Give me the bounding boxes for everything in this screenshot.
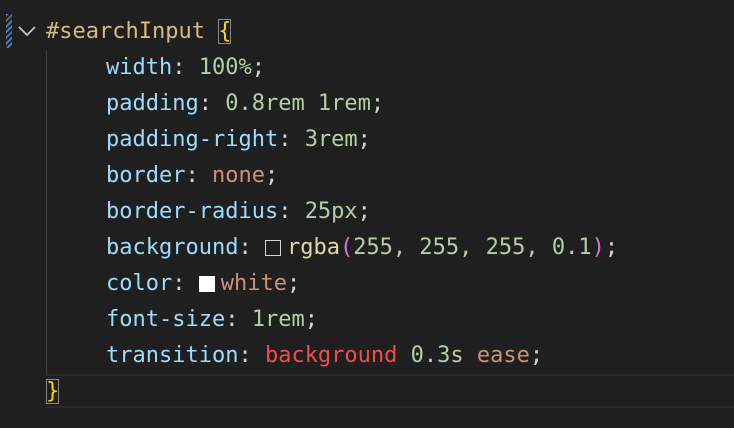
semicolon: ; [357, 127, 371, 152]
code-line-font-size[interactable]: font-size: 1rem; [106, 302, 318, 338]
indent-guide [46, 50, 47, 374]
chevron-down-icon[interactable] [16, 20, 38, 42]
css-property: border-radius [106, 199, 279, 224]
code-line-width[interactable]: width: 100%; [106, 50, 265, 86]
css-function-args: 255, 255, 255, 0.1 [353, 235, 592, 260]
code-line-selector[interactable]: #searchInput { [46, 14, 232, 50]
css-value: background [264, 343, 398, 368]
color-swatch-icon[interactable] [198, 276, 215, 292]
css-property: background [106, 235, 239, 260]
semicolon: ; [286, 271, 301, 296]
colon: : [198, 91, 212, 116]
color-swatch-icon[interactable] [264, 240, 281, 256]
open-paren: ( [339, 235, 354, 260]
code-line-color[interactable]: color: white; [106, 266, 300, 302]
colon: : [172, 271, 186, 296]
colon: : [278, 127, 292, 152]
css-value: 3rem [304, 127, 358, 152]
css-value: ease [476, 343, 530, 368]
semicolon: ; [370, 91, 385, 116]
css-property: transition [106, 343, 239, 368]
semicolon: ; [529, 343, 544, 368]
css-value: white [220, 271, 287, 296]
css-property: width [106, 55, 173, 80]
colon: : [172, 55, 186, 80]
colon: : [278, 199, 292, 224]
code-line-padding-right[interactable]: padding-right: 3rem; [106, 122, 371, 158]
semicolon: ; [251, 55, 265, 80]
css-property: border [106, 163, 186, 188]
current-line-highlight [46, 374, 734, 408]
code-line-close[interactable]: } [46, 374, 60, 410]
semicolon: ; [304, 307, 318, 332]
css-value: 25px [304, 199, 358, 224]
code-line-background[interactable]: background: rgba(255, 255, 255, 0.1); [106, 230, 618, 266]
close-brace: } [46, 379, 60, 404]
css-function: rgba [286, 235, 340, 260]
css-property: color [106, 271, 173, 296]
colon: : [238, 235, 252, 260]
semicolon: ; [264, 163, 279, 188]
css-value: 100% [198, 55, 252, 80]
open-brace: { [218, 19, 232, 44]
css-value: none [211, 163, 265, 188]
code-editor[interactable]: #searchInput { width: 100%; padding: 0.8… [0, 0, 734, 428]
colon: : [225, 307, 239, 332]
code-line-border-radius[interactable]: border-radius: 25px; [106, 194, 371, 230]
modified-line-marker [6, 14, 12, 48]
colon: : [238, 343, 252, 368]
css-value: 1rem [251, 307, 305, 332]
colon: : [185, 163, 199, 188]
css-value: 0.3s [410, 343, 464, 368]
code-line-transition[interactable]: transition: background 0.3s ease; [106, 338, 543, 374]
css-property: padding-right [106, 127, 279, 152]
css-property: font-size [106, 307, 226, 332]
close-paren: ) [591, 235, 605, 260]
semicolon: ; [357, 199, 371, 224]
css-selector: #searchInput [46, 19, 205, 44]
css-value: 0.8rem 1rem [225, 91, 371, 116]
css-property: padding [106, 91, 199, 116]
code-line-border[interactable]: border: none; [106, 158, 278, 194]
code-line-padding[interactable]: padding: 0.8rem 1rem; [106, 86, 384, 122]
semicolon: ; [604, 235, 619, 260]
